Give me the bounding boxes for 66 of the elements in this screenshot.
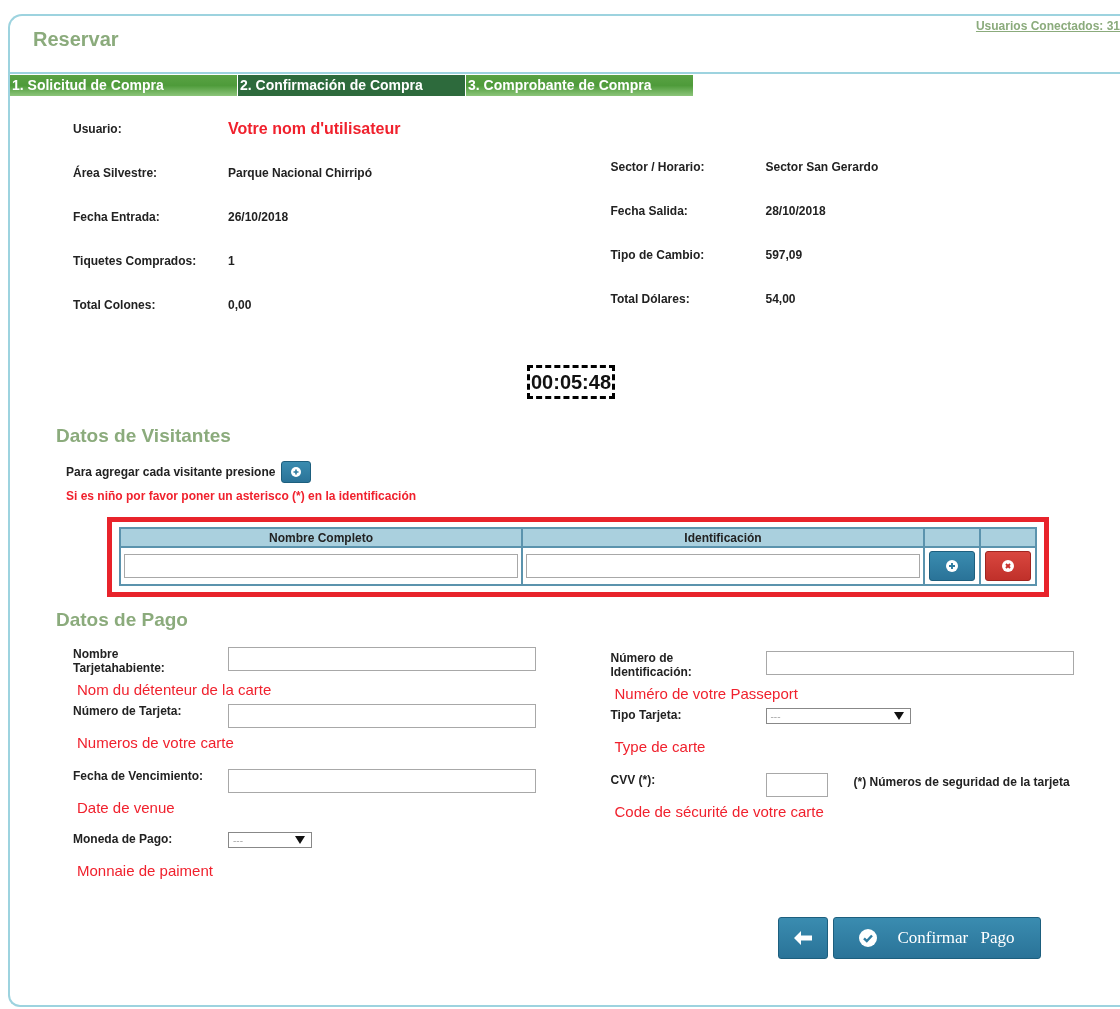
id-input[interactable]	[526, 554, 920, 578]
check-circle-icon	[859, 929, 878, 947]
field-value: 26/10/2018	[228, 210, 289, 224]
field-value: Parque Nacional Chirripó	[228, 166, 373, 180]
field-label: Fecha Salida:	[610, 204, 689, 218]
field-label: Fecha de Vencimiento:	[73, 769, 205, 783]
dropdown[interactable]: ---	[228, 832, 312, 848]
connected-users-link[interactable]: Usuarios Conectados: 31	[975, 19, 1120, 33]
field-label: CVV (*):	[610, 773, 657, 787]
dropdown-arrow-icon	[295, 836, 305, 844]
field-value: 0,00	[228, 298, 252, 312]
add-row-button[interactable]	[929, 551, 975, 581]
page-title: Reservar	[33, 28, 119, 51]
field-label: Moneda de Pago:	[73, 832, 174, 846]
field-value: 54,00	[765, 292, 796, 306]
confirm-payment-button[interactable]: Confirmar Pago	[833, 917, 1041, 959]
left-arrow-icon	[794, 931, 812, 945]
field-value: 1	[228, 254, 235, 268]
field-value: 28/10/2018	[765, 204, 826, 218]
translation-note: Type de carte	[614, 738, 707, 755]
field-label: Usuario:	[73, 122, 123, 136]
field-label: Tiquetes Comprados:	[73, 254, 198, 268]
step-tab[interactable]: 2. Confirmación de Compra	[238, 75, 465, 96]
field-label: Total Colones:	[73, 298, 157, 312]
username-note: Votre nom d'utilisateur	[228, 120, 401, 138]
field-label: Sector / Horario:	[610, 160, 706, 174]
field-label: Fecha Entrada:	[73, 210, 161, 224]
close-circle-icon	[1002, 560, 1014, 572]
cvv-input[interactable]	[765, 773, 828, 797]
countdown-timer: 00:05:48	[526, 365, 616, 399]
field-label: Área Silvestre:	[73, 166, 159, 180]
translation-note: Nom du détenteur de la carte	[77, 681, 273, 698]
step-tab[interactable]: 1. Solicitud de Compra	[10, 75, 237, 96]
field-value: 597,09	[765, 248, 803, 262]
translation-note: Date de venue	[77, 799, 176, 816]
dropdown[interactable]: ---	[765, 708, 911, 724]
plus-circle-icon	[946, 560, 958, 572]
translation-note: Numéro de votre Passeport	[614, 685, 799, 702]
section-title: Datos de Visitantes	[56, 425, 232, 447]
translation-note: Numeros de votre carte	[77, 734, 235, 751]
translation-note: Code de sécurité de votre carte	[614, 803, 825, 820]
field-label: Tipo Tarjeta:	[610, 708, 683, 722]
dropdown-arrow-icon	[893, 712, 904, 720]
field-label: Total Dólares:	[610, 292, 691, 306]
text-input[interactable]	[765, 651, 1074, 675]
name-input[interactable]	[124, 554, 518, 578]
add-visitor-button[interactable]	[281, 461, 312, 483]
field-label: Tipo de Cambio:	[610, 248, 706, 262]
plus-circle-icon	[291, 467, 302, 477]
field-label: Número de Identificación:	[610, 651, 693, 679]
delete-row-button[interactable]	[985, 551, 1031, 581]
column-header: Identificación	[522, 528, 924, 547]
step-tab[interactable]: 3. Comprobante de Compra	[466, 75, 693, 96]
field-value: Sector San Gerardo	[765, 160, 879, 174]
text-input[interactable]	[228, 647, 536, 671]
hint-text: (*) Números de seguridad de la tarjeta	[853, 775, 1070, 789]
section-title: Datos de Pago	[56, 609, 189, 631]
text-input[interactable]	[228, 704, 536, 728]
warning-text: Si es niño por favor poner un asterisco (*) en la identificación	[66, 489, 418, 503]
text-input[interactable]	[228, 769, 536, 793]
field-label: Nombre Tarjetahabiente:	[73, 647, 166, 675]
instruction-text: Para agregar cada visitante presione	[66, 465, 276, 479]
field-label: Número de Tarjeta:	[73, 704, 183, 718]
back-button[interactable]	[778, 917, 828, 959]
column-header: Nombre Completo	[120, 528, 522, 547]
translation-note: Monnaie de paiment	[77, 862, 214, 879]
